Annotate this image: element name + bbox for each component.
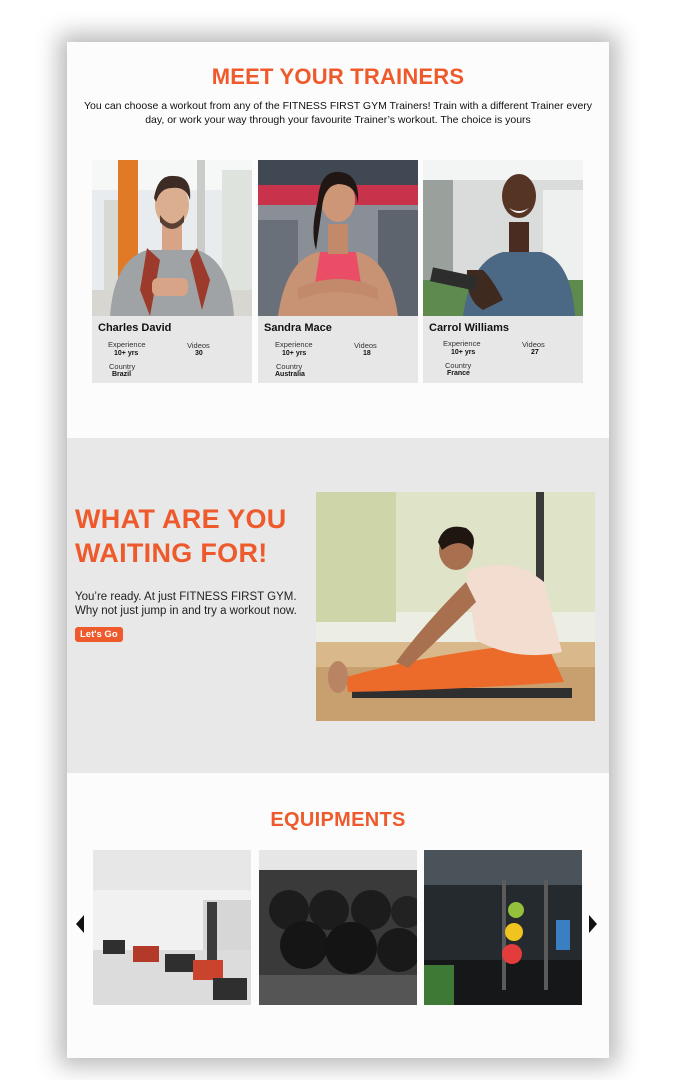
- videos-label: Videos: [354, 341, 377, 350]
- trainers-title: MEET YOUR TRAINERS: [211, 64, 465, 89]
- trainer-name: Carrol Williams: [429, 322, 509, 334]
- videos-label: Videos: [522, 340, 545, 349]
- country-label: Country: [445, 361, 472, 370]
- chevron-right-icon: [589, 915, 597, 933]
- equipments-title: EQUIPMENTS: [270, 809, 406, 831]
- experience-value: 10+ yrs: [114, 350, 139, 357]
- experience-label: Experience: [108, 340, 146, 349]
- videos-value: 27: [531, 349, 539, 356]
- cta-title: WHAT ARE YOU WAITING FOR!: [75, 502, 315, 570]
- chevron-left-icon: [76, 915, 84, 933]
- country-label: Country: [109, 362, 136, 371]
- experience-value: 10+ yrs: [451, 349, 476, 356]
- videos-value: 18: [363, 350, 371, 357]
- cta-title-line2: WAITING FOR!: [75, 538, 268, 568]
- country-value: France: [447, 370, 470, 377]
- videos-label: Videos: [187, 341, 210, 350]
- stretching-woman-photo: [316, 492, 595, 721]
- experience-label: Experience: [275, 340, 313, 349]
- kettlebells-photo[interactable]: [259, 850, 417, 1005]
- carousel-prev-button[interactable]: [75, 915, 85, 933]
- lets-go-button[interactable]: Let's Go: [75, 627, 123, 642]
- trainer-photo-sandra: [258, 160, 418, 316]
- trainer-card-carrol[interactable]: Carrol Williams Experience 10+ yrs Video…: [423, 160, 583, 383]
- trainer-name: Charles David: [98, 322, 172, 334]
- trainer-name: Sandra Mace: [264, 322, 332, 334]
- page: MEET YOUR TRAINERS You can choose a work…: [67, 42, 609, 1058]
- experience-label: Experience: [443, 339, 481, 348]
- videos-value: 30: [195, 350, 203, 357]
- trainers-section: MEET YOUR TRAINERS You can choose a work…: [67, 42, 609, 438]
- equipments-section: EQUIPMENTS: [67, 773, 609, 1058]
- carousel-next-button[interactable]: [588, 915, 598, 933]
- cta-copy-line2: Why not just jump in and try a workout n…: [75, 605, 297, 617]
- country-value: Australia: [275, 371, 305, 378]
- trainer-photo-carrol: [423, 160, 583, 316]
- cta-section: WHAT ARE YOU WAITING FOR! You’re ready. …: [67, 438, 609, 773]
- cta-title-line1: WHAT ARE YOU: [75, 504, 287, 534]
- trainer-card-sandra[interactable]: Sandra Mace Experience 10+ yrs Videos 18…: [258, 160, 418, 383]
- trainer-photo-charles: [92, 160, 252, 316]
- cta-copy: You’re ready. At just FITNESS FIRST GYM.…: [75, 590, 325, 618]
- gym-floor-photo[interactable]: [93, 850, 251, 1005]
- experience-value: 10+ yrs: [282, 350, 307, 357]
- country-label: Country: [276, 362, 303, 371]
- country-value: Brazil: [112, 371, 132, 378]
- weight-rack-photo[interactable]: [424, 850, 582, 1005]
- trainer-card-charles[interactable]: Charles David Experience 10+ yrs Videos …: [92, 160, 252, 383]
- trainers-intro: You can choose a workout from any of the…: [83, 100, 593, 126]
- cta-copy-line1: You’re ready. At just FITNESS FIRST GYM.: [75, 591, 297, 603]
